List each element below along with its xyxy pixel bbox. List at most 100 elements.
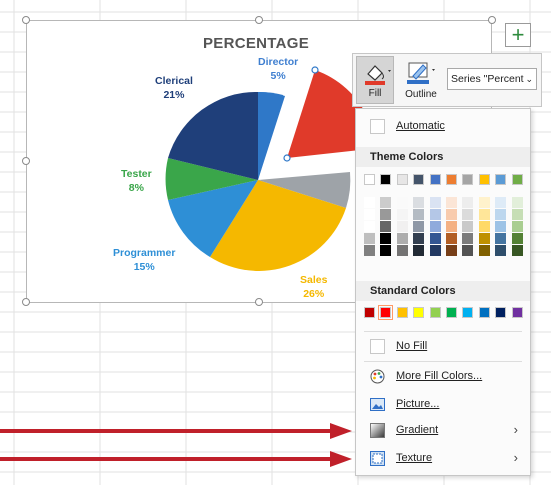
picture-label: Picture... <box>396 398 440 410</box>
standard-colors-header: Standard Colors <box>356 281 530 301</box>
theme-color-swatch[interactable] <box>429 174 441 185</box>
theme-color-swatch[interactable] <box>511 233 523 244</box>
standard-color-swatch[interactable] <box>495 307 507 318</box>
series-select[interactable]: Series "Percent ⌄ <box>447 68 537 90</box>
theme-color-swatch[interactable] <box>364 221 375 232</box>
theme-color-swatch[interactable] <box>462 197 474 208</box>
chart-elements-button[interactable]: + <box>505 23 531 47</box>
theme-color-swatch[interactable] <box>380 174 392 185</box>
texture-icon <box>370 451 385 466</box>
theme-color-swatch[interactable] <box>396 209 408 220</box>
automatic-label: Automatic <box>396 120 445 132</box>
data-label-tester[interactable]: Tester 8% <box>121 167 152 195</box>
standard-color-swatch[interactable] <box>413 307 425 318</box>
theme-color-swatch[interactable] <box>478 233 490 244</box>
theme-color-swatch[interactable] <box>396 221 408 232</box>
theme-color-swatch[interactable] <box>380 221 392 232</box>
theme-color-swatch[interactable] <box>462 221 474 232</box>
theme-color-swatch[interactable] <box>396 174 408 185</box>
theme-color-swatch[interactable] <box>429 245 441 256</box>
theme-color-swatch[interactable] <box>446 174 457 185</box>
series-select-value: Series "Percent <box>451 73 524 85</box>
theme-color-swatch[interactable] <box>462 245 474 256</box>
resize-handle[interactable] <box>22 16 30 24</box>
fill-button[interactable]: Fill <box>356 56 394 104</box>
theme-color-swatch[interactable] <box>495 174 507 185</box>
standard-color-swatch[interactable] <box>364 307 375 318</box>
theme-color-swatch[interactable] <box>413 209 425 220</box>
theme-color-swatch[interactable] <box>396 197 408 208</box>
theme-color-swatch[interactable] <box>364 209 375 220</box>
theme-color-swatch[interactable] <box>429 221 441 232</box>
standard-color-swatch[interactable] <box>396 307 408 318</box>
theme-color-swatch[interactable] <box>511 174 523 185</box>
theme-color-swatch[interactable] <box>364 245 375 256</box>
theme-color-swatch[interactable] <box>446 245 457 256</box>
theme-color-swatch[interactable] <box>511 221 523 232</box>
standard-color-swatch[interactable] <box>478 307 490 318</box>
theme-color-swatch[interactable] <box>446 197 457 208</box>
theme-color-swatch[interactable] <box>462 233 474 244</box>
resize-handle[interactable] <box>22 298 30 306</box>
theme-color-swatch[interactable] <box>380 209 392 220</box>
theme-color-swatch[interactable] <box>478 245 490 256</box>
theme-color-swatch[interactable] <box>413 197 425 208</box>
theme-color-swatch[interactable] <box>478 209 490 220</box>
theme-color-swatch[interactable] <box>380 233 392 244</box>
theme-color-swatch[interactable] <box>462 174 474 185</box>
menu-item-no-fill[interactable]: No Fill <box>356 335 530 359</box>
theme-color-swatch[interactable] <box>511 197 523 208</box>
no-fill-label: No Fill <box>396 340 428 352</box>
menu-item-texture[interactable]: Texture › <box>356 447 530 471</box>
theme-color-swatch[interactable] <box>511 245 523 256</box>
menu-item-more-fill-colors[interactable]: More Fill Colors... <box>356 365 530 389</box>
chevron-right-icon: › <box>513 450 518 465</box>
standard-color-swatch[interactable] <box>429 307 441 318</box>
standard-color-swatch[interactable] <box>378 305 394 320</box>
data-label-director[interactable]: Director 5% <box>258 55 298 83</box>
theme-color-swatch[interactable] <box>446 233 457 244</box>
theme-color-swatch[interactable] <box>495 221 507 232</box>
theme-color-swatch[interactable] <box>396 233 408 244</box>
menu-item-picture[interactable]: Picture... <box>356 393 530 417</box>
theme-color-swatch[interactable] <box>429 209 441 220</box>
theme-color-swatch[interactable] <box>364 233 375 244</box>
theme-color-swatch[interactable] <box>446 221 457 232</box>
theme-color-swatch[interactable] <box>462 209 474 220</box>
theme-color-swatch[interactable] <box>429 197 441 208</box>
theme-color-swatch[interactable] <box>396 245 408 256</box>
theme-color-swatch[interactable] <box>495 233 507 244</box>
menu-item-automatic[interactable]: Automatic <box>356 115 530 139</box>
theme-color-swatch[interactable] <box>495 245 507 256</box>
resize-handle[interactable] <box>255 16 263 24</box>
theme-color-swatch[interactable] <box>495 197 507 208</box>
standard-color-swatch[interactable] <box>446 307 457 318</box>
data-label-clerical[interactable]: Clerical 21% <box>155 74 193 102</box>
theme-color-swatch[interactable] <box>446 209 457 220</box>
theme-color-swatch[interactable] <box>478 174 490 185</box>
resize-handle[interactable] <box>255 298 263 306</box>
theme-color-swatch[interactable] <box>413 221 425 232</box>
theme-color-swatch[interactable] <box>478 221 490 232</box>
data-label-sales[interactable]: Sales 26% <box>300 273 327 301</box>
theme-color-swatch[interactable] <box>364 174 375 185</box>
theme-color-swatch[interactable] <box>511 209 523 220</box>
theme-color-swatch[interactable] <box>429 233 441 244</box>
standard-color-swatch[interactable] <box>462 307 474 318</box>
outline-button[interactable]: Outline <box>398 56 444 104</box>
standard-color-swatch[interactable] <box>511 307 523 318</box>
resize-handle[interactable] <box>488 16 496 24</box>
theme-color-swatch[interactable] <box>380 245 392 256</box>
menu-item-gradient[interactable]: Gradient › <box>356 419 530 443</box>
theme-color-swatch[interactable] <box>478 197 490 208</box>
data-label-programmer[interactable]: Programmer 15% <box>113 246 175 274</box>
more-fill-colors-label: More Fill Colors... <box>396 370 483 382</box>
theme-color-swatch[interactable] <box>495 209 507 220</box>
resize-handle[interactable] <box>22 157 30 165</box>
theme-color-swatch[interactable] <box>413 245 425 256</box>
theme-color-swatch[interactable] <box>364 197 375 208</box>
theme-color-swatch[interactable] <box>413 174 425 185</box>
chart-title[interactable]: PERCENTAGE <box>203 35 309 52</box>
theme-color-swatch[interactable] <box>413 233 425 244</box>
theme-color-swatch[interactable] <box>380 197 392 208</box>
